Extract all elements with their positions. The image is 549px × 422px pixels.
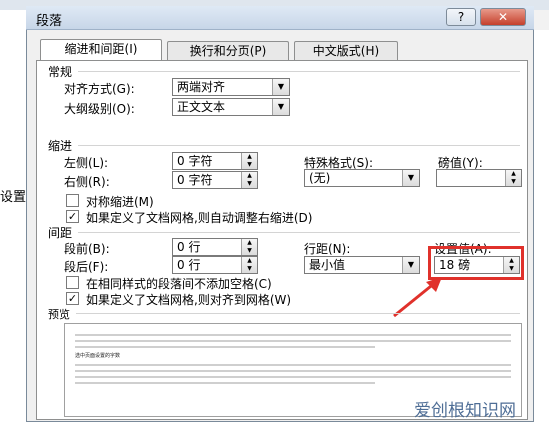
spin-down-icon[interactable]: ▼ [242, 161, 257, 169]
snap-to-grid-checkbox[interactable]: ✓ [66, 292, 79, 305]
spacing-before-spinner[interactable]: 0 行 ▲ ▼ [172, 238, 258, 256]
indent-heading: 缩进 [48, 139, 73, 153]
spin-down-icon[interactable]: ▼ [242, 265, 257, 273]
spin-buttons[interactable]: ▲ ▼ [241, 257, 257, 273]
close-button[interactable]: ✕ [480, 8, 526, 26]
preview-line [75, 364, 511, 366]
preview-line [75, 340, 511, 342]
spacing-after-spinner[interactable]: 0 行 ▲ ▼ [172, 256, 258, 274]
no-space-label: 在相同样式的段落间不添加空格(C) [86, 277, 272, 291]
spacing-separator [78, 232, 520, 233]
indent-separator [78, 145, 520, 146]
outline-level-select[interactable]: 正文文本 ▼ [172, 98, 290, 116]
preview-line [75, 334, 511, 336]
indent-left-value: 0 字符 [177, 154, 213, 168]
preview-line [75, 376, 511, 378]
background-document-right [532, 30, 549, 422]
outline-level-label: 大纲级别(O): [64, 102, 135, 116]
checkmark-icon: ✓ [67, 210, 78, 223]
spacing-after-value: 0 行 [177, 258, 201, 272]
snap-to-grid-label: 如果定义了文档网格,则对齐到网格(W) [86, 293, 292, 307]
spin-up-icon[interactable]: ▲ [242, 153, 257, 161]
special-indent-select[interactable]: (无) ▼ [304, 169, 420, 187]
outline-level-value: 正文文本 [177, 100, 226, 114]
alignment-select[interactable]: 两端对齐 ▼ [172, 78, 290, 96]
chevron-down-icon: ▼ [272, 99, 289, 115]
alignment-label: 对齐方式(G): [64, 82, 135, 96]
chevron-down-icon: ▼ [402, 257, 419, 273]
spin-down-icon[interactable]: ▼ [242, 247, 257, 255]
spacing-heading: 间距 [48, 226, 73, 240]
chevron-down-icon: ▼ [402, 170, 419, 186]
special-indent-value: (无) [309, 171, 331, 185]
general-heading: 常规 [48, 65, 73, 79]
auto-adjust-label: 如果定义了文档网格,则自动调整右缩进(D) [86, 211, 313, 225]
general-separator [78, 71, 520, 72]
checkmark-icon: ✓ [67, 292, 78, 305]
line-spacing-value: 最小值 [309, 258, 346, 272]
auto-adjust-checkbox[interactable]: ✓ [66, 210, 79, 223]
no-space-checkbox[interactable] [66, 276, 79, 289]
preview-line [75, 370, 511, 372]
spin-up-icon[interactable]: ▲ [242, 172, 257, 180]
mirror-indents-checkbox[interactable] [66, 194, 79, 207]
spin-down-icon[interactable]: ▼ [242, 180, 257, 188]
alignment-value: 两端对齐 [177, 80, 226, 94]
spin-up-icon[interactable]: ▲ [242, 239, 257, 247]
tab-line-and-page-breaks[interactable]: 换行和分页(P) [167, 41, 289, 61]
chevron-down-icon: ▼ [272, 79, 289, 95]
line-spacing-label: 行距(N): [304, 242, 351, 256]
spin-buttons[interactable]: ▲ ▼ [241, 153, 257, 169]
tab-indents-and-spacing[interactable]: 缩进和间距(I) [40, 39, 162, 61]
spin-down-icon[interactable]: ▼ [506, 178, 521, 186]
indent-left-label: 左侧(L): [64, 156, 109, 170]
indent-right-spinner[interactable]: 0 字符 ▲ ▼ [172, 171, 258, 189]
watermark: 爱创根知识网 [414, 401, 516, 421]
background-text-fragment: 设置 [0, 190, 27, 205]
spin-up-icon[interactable]: ▲ [242, 257, 257, 265]
preview-line [75, 346, 375, 348]
help-button[interactable]: ? [446, 8, 476, 26]
spin-up-icon[interactable]: ▲ [506, 170, 521, 178]
preview-heading: 预览 [48, 308, 70, 321]
tab-asian-typography[interactable]: 中文版式(H) [294, 41, 398, 61]
annotation-arrow-icon [393, 277, 442, 318]
spin-buttons[interactable]: ▲ ▼ [241, 239, 257, 255]
spacing-before-value: 0 行 [177, 240, 201, 254]
preview-sample-text: 选中页面设置的字数 [75, 353, 121, 359]
indent-by-spinner[interactable]: ▲ ▼ [436, 169, 522, 187]
preview-line [75, 382, 375, 384]
preview-separator [76, 313, 520, 314]
mirror-indents-label: 对称缩进(M) [86, 195, 154, 209]
spin-buttons[interactable]: ▲ ▼ [505, 170, 521, 186]
indent-right-value: 0 字符 [177, 173, 213, 187]
spacing-before-label: 段前(B): [64, 242, 110, 256]
spacing-after-label: 段后(F): [64, 260, 109, 274]
spin-buttons[interactable]: ▲ ▼ [241, 172, 257, 188]
indent-right-label: 右侧(R): [64, 175, 110, 189]
indent-left-spinner[interactable]: 0 字符 ▲ ▼ [172, 152, 258, 170]
dialog-title: 段落 [36, 14, 63, 29]
